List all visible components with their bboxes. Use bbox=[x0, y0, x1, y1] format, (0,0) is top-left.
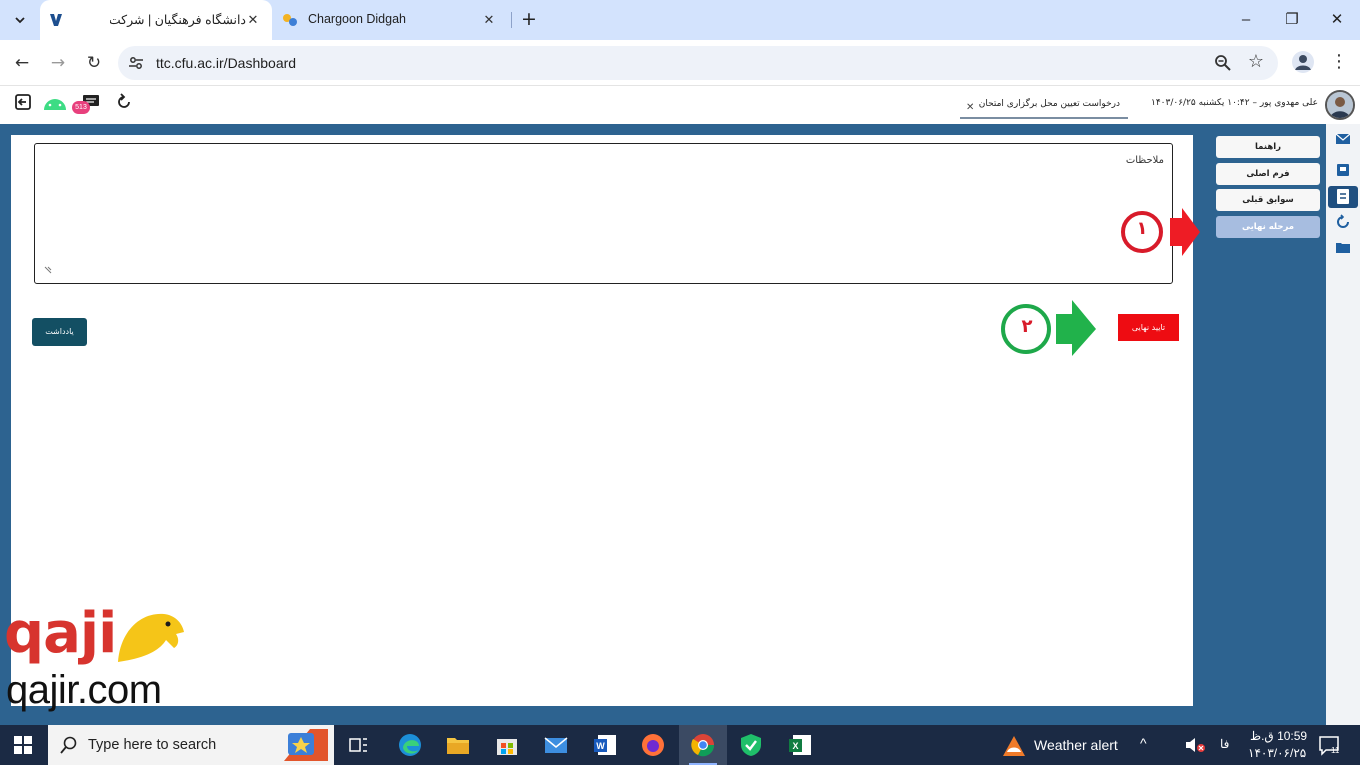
folder-icon[interactable] bbox=[1335, 239, 1351, 255]
tab-cfu[interactable]: دانشگاه فرهنگیان | شرکت سامانه ✕ bbox=[40, 0, 272, 40]
final-approve-button[interactable]: تایید نهایی bbox=[1118, 314, 1179, 341]
user-info: علی مهدوی پور – ۱۰:۴۲ یکشنبه ۱۴۰۳/۰۶/۲۵ bbox=[1151, 98, 1318, 108]
tab-title: دانشگاه فرهنگیان | شرکت سامانه bbox=[110, 13, 246, 27]
svg-text:W: W bbox=[596, 741, 605, 751]
user-photo-icon bbox=[1327, 92, 1353, 118]
task-view-icon[interactable] bbox=[345, 732, 371, 758]
android-icon[interactable] bbox=[42, 95, 68, 111]
tab-close-icon[interactable]: ✕ bbox=[480, 11, 498, 29]
resize-grip-icon[interactable] bbox=[43, 265, 53, 275]
tab-close-icon[interactable]: ✕ bbox=[244, 11, 262, 29]
file-explorer-icon[interactable] bbox=[445, 732, 471, 758]
browser-toolbar: ← → ↻ ttc.cfu.ac.ir/Dashboard ☆ ⋮ bbox=[0, 40, 1360, 86]
icon-rail bbox=[1326, 124, 1360, 725]
app-header: 513 درخواست تعیین محل برگزاری امتحان ✕ ع… bbox=[0, 87, 1360, 124]
annotation-number-2: ۲ bbox=[1021, 316, 1033, 337]
cfu-logo-icon bbox=[50, 14, 62, 26]
profile-icon[interactable] bbox=[1292, 51, 1314, 73]
chrome-icon[interactable] bbox=[690, 732, 716, 758]
note-button[interactable]: یادداشت bbox=[32, 318, 87, 346]
sidebar-item-main-form[interactable]: فرم اصلی bbox=[1216, 163, 1320, 185]
request-tab[interactable]: درخواست تعیین محل برگزاری امتحان ✕ bbox=[960, 92, 1128, 119]
taskbar-search-box[interactable]: Type here to search bbox=[48, 725, 334, 765]
sidebar: راهنما فرم اصلی سوابق قبلی مرحله نهایی bbox=[1208, 124, 1326, 725]
browser-tab-strip: دانشگاه فرهنگیان | شرکت سامانه ✕ Chargoo… bbox=[0, 0, 1360, 40]
request-tab-close-icon[interactable]: ✕ bbox=[966, 102, 974, 113]
store-icon[interactable] bbox=[494, 732, 520, 758]
mail-app-icon[interactable] bbox=[543, 732, 569, 758]
security-shield-icon[interactable] bbox=[738, 732, 764, 758]
eagle-logo-icon bbox=[118, 613, 184, 662]
browser-menu-icon[interactable]: ⋮ bbox=[1330, 51, 1348, 75]
avatar[interactable] bbox=[1325, 90, 1355, 120]
message-count-badge: 513 bbox=[72, 101, 90, 114]
tab-divider bbox=[511, 12, 512, 28]
clock-date[interactable]: ۱۴۰۳/۰۶/۲۵ bbox=[1248, 746, 1306, 760]
tab-chargoon[interactable]: Chargoon Didgah ✕ bbox=[274, 0, 508, 40]
weather-alert-icon[interactable] bbox=[1002, 735, 1026, 757]
excel-icon[interactable]: X bbox=[787, 732, 813, 758]
sidebar-item-history[interactable]: سوابق قبلی bbox=[1216, 189, 1320, 211]
svg-text:X: X bbox=[792, 741, 798, 751]
bookmark-star-icon[interactable]: ☆ bbox=[1248, 51, 1264, 72]
clock-time[interactable]: 10:59 ق.ظ bbox=[1250, 729, 1307, 743]
back-arrow-icon[interactable]: ← bbox=[11, 52, 33, 74]
search-highlight-icon bbox=[284, 729, 328, 761]
notes-textarea[interactable]: ملاحظات bbox=[34, 143, 1173, 284]
firefox-icon[interactable] bbox=[640, 732, 666, 758]
chevron-down-icon bbox=[15, 17, 25, 24]
reload-icon[interactable]: ↻ bbox=[83, 52, 105, 74]
watermark-brand: qaji bbox=[4, 601, 117, 666]
address-bar[interactable]: ttc.cfu.ac.ir/Dashboard ☆ bbox=[118, 46, 1278, 80]
tab-title: Chargoon Didgah bbox=[308, 12, 406, 26]
notes-label: ملاحظات bbox=[1125, 155, 1164, 166]
windows-start-icon[interactable] bbox=[14, 736, 32, 754]
sidebar-item-guide[interactable]: راهنما bbox=[1216, 136, 1320, 158]
url-text: ttc.cfu.ac.ir/Dashboard bbox=[156, 55, 297, 71]
taskbar-search-placeholder: Type here to search bbox=[88, 737, 217, 753]
forward-arrow-icon[interactable]: → bbox=[47, 52, 69, 74]
zoom-icon[interactable] bbox=[1214, 54, 1232, 72]
word-icon[interactable]: W bbox=[592, 732, 618, 758]
exit-icon[interactable] bbox=[14, 93, 32, 111]
inbox-icon[interactable] bbox=[1335, 162, 1351, 178]
mail-icon[interactable] bbox=[1335, 131, 1351, 147]
refresh-icon[interactable] bbox=[115, 93, 133, 111]
sync-icon[interactable] bbox=[1335, 214, 1351, 230]
notification-count: 11 bbox=[1331, 746, 1340, 755]
forms-tab[interactable] bbox=[1328, 186, 1358, 208]
tray-overflow-icon[interactable]: ^ bbox=[1140, 735, 1147, 751]
restore-icon[interactable]: ❐ bbox=[1282, 10, 1302, 30]
language-indicator[interactable]: فا bbox=[1220, 737, 1229, 751]
chargoon-logo-icon bbox=[283, 14, 297, 26]
clipboard-icon bbox=[1337, 189, 1349, 204]
sidebar-item-final-stage[interactable]: مرحله نهایی bbox=[1216, 216, 1320, 238]
window-close-icon[interactable]: ✕ bbox=[1327, 10, 1347, 30]
weather-alert-text[interactable]: Weather alert bbox=[1034, 737, 1118, 753]
new-tab-button[interactable]: + bbox=[518, 9, 540, 31]
tab-search-button[interactable] bbox=[8, 8, 32, 32]
minimize-icon[interactable]: – bbox=[1236, 10, 1256, 30]
watermark-url: qajir.com bbox=[6, 668, 162, 712]
windows-taskbar: Type here to search W X Weather alert ^ … bbox=[0, 725, 1360, 765]
search-icon bbox=[60, 736, 77, 754]
speaker-muted-icon[interactable] bbox=[1184, 736, 1206, 754]
annotation-number-1: ۱ bbox=[1136, 218, 1148, 239]
site-settings-icon[interactable] bbox=[128, 55, 144, 71]
edge-icon[interactable] bbox=[397, 732, 423, 758]
request-tab-title: درخواست تعیین محل برگزاری امتحان bbox=[978, 99, 1120, 109]
